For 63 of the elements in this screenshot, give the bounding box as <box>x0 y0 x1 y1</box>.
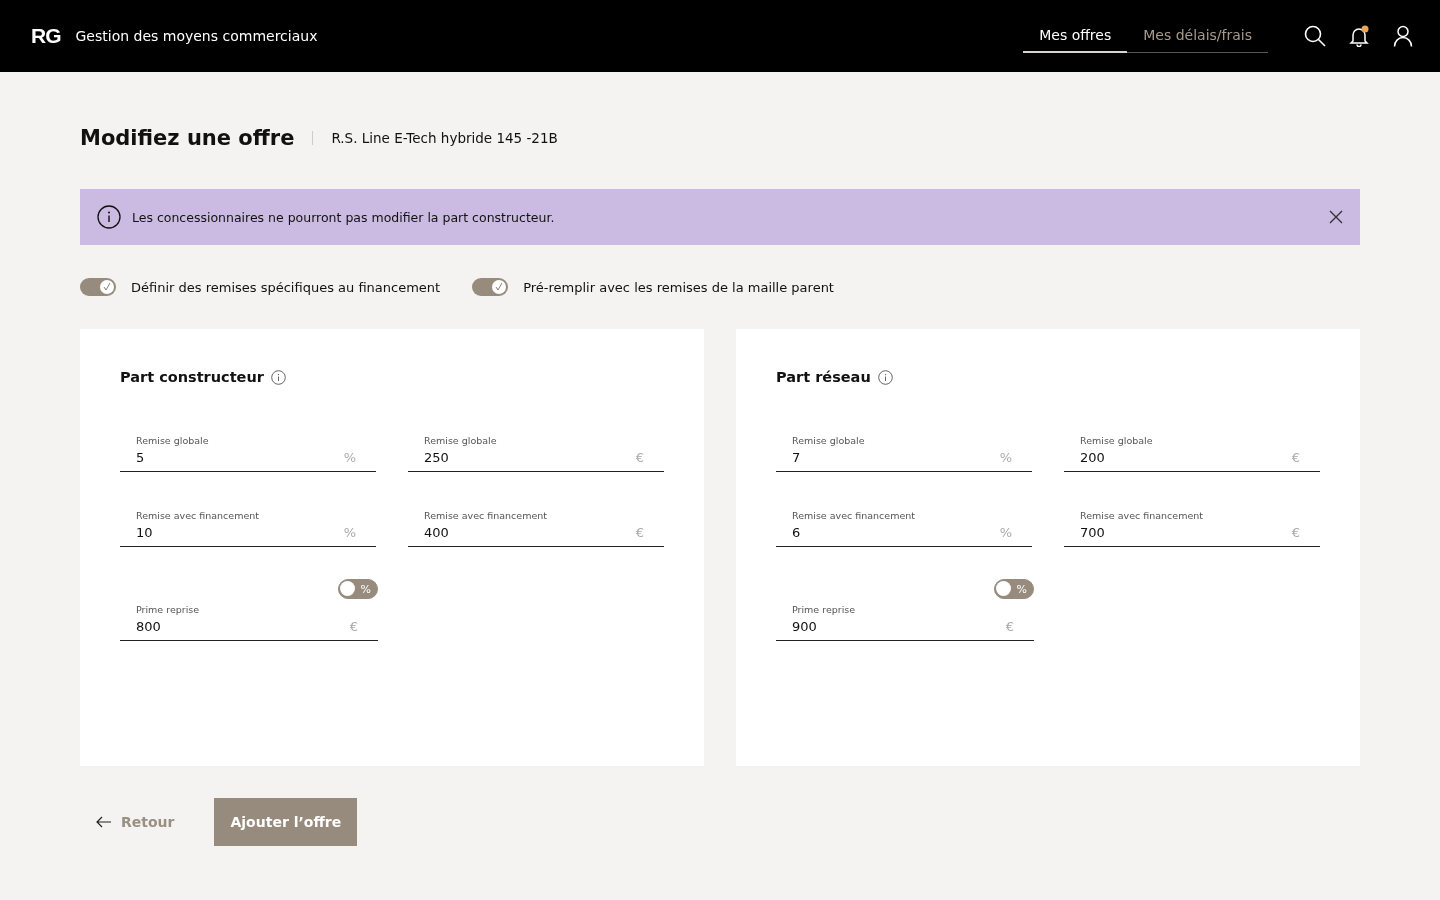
panel-title: Part réseau <box>776 369 871 385</box>
field-label: Remise avec financement <box>136 510 261 521</box>
unit-label: € <box>635 525 645 540</box>
unit-label: % <box>999 450 1013 465</box>
arrow-left-icon <box>96 816 112 828</box>
input-field[interactable]: Remise avec financement 400 € <box>408 510 664 547</box>
info-icon[interactable] <box>877 369 893 385</box>
field-value: 5 <box>136 450 145 465</box>
app-title: Gestion des moyens commerciaux <box>75 28 318 44</box>
search-icon[interactable] <box>1304 25 1326 47</box>
field-label: Remise avec financement <box>424 510 549 521</box>
panel-title: Part constructeur <box>120 369 264 385</box>
field-value: 200 <box>1080 450 1105 465</box>
nav-tab[interactable]: Mes délais/frais <box>1127 21 1268 53</box>
field-label: Remise globale <box>136 435 210 446</box>
unit-label: % <box>343 525 357 540</box>
info-icon[interactable] <box>270 369 286 385</box>
logo: RG <box>31 24 61 48</box>
field-label: Remise avec financement <box>1080 510 1205 521</box>
input-field[interactable]: Remise globale 200 € <box>1064 435 1320 472</box>
unit-label: € <box>1291 525 1301 540</box>
toggle-switch[interactable] <box>80 278 116 296</box>
field-value: 7 <box>792 450 801 465</box>
input-field[interactable]: Prime reprise 800 € <box>120 604 378 641</box>
unit-label: % <box>343 450 357 465</box>
nav-tab[interactable]: Mes offres <box>1023 21 1128 53</box>
info-icon <box>97 205 121 229</box>
input-field[interactable]: Remise globale 5 % <box>120 435 376 472</box>
input-field[interactable]: Prime reprise 900 € <box>776 604 1034 641</box>
field-value: 400 <box>424 525 449 540</box>
check-icon <box>102 282 112 292</box>
field-value: 700 <box>1080 525 1105 540</box>
field-label: Remise globale <box>424 435 498 446</box>
unit-label: € <box>635 450 645 465</box>
page-title: Modifiez une offre <box>80 126 295 150</box>
field-value: 6 <box>792 525 801 540</box>
field-label: Remise avec financement <box>792 510 917 521</box>
unit-label: € <box>1005 619 1015 634</box>
info-message: Les concessionnaires ne pourront pas modifier la part constructeur. <box>132 209 555 225</box>
field-value: 10 <box>136 525 153 540</box>
unit-label: € <box>349 619 359 634</box>
input-field[interactable]: Remise avec financement 6 % <box>776 510 1032 547</box>
field-label: Remise globale <box>792 435 866 446</box>
field-label: Prime reprise <box>792 604 857 615</box>
field-value: 900 <box>792 619 817 634</box>
field-value: 250 <box>424 450 449 465</box>
unit-label: % <box>999 525 1013 540</box>
field-label: Prime reprise <box>136 604 201 615</box>
user-icon[interactable] <box>1392 25 1414 47</box>
toggle-label: Pré-remplir avec les remises de la maille parent <box>523 279 834 295</box>
close-icon[interactable] <box>1329 210 1343 224</box>
unit-label: € <box>1291 450 1301 465</box>
check-icon <box>494 282 505 292</box>
input-field[interactable]: Remise globale 7 % <box>776 435 1032 472</box>
input-field[interactable]: Remise avec financement 700 € <box>1064 510 1320 547</box>
field-value: 800 <box>136 619 161 634</box>
field-label: Remise globale <box>1080 435 1154 446</box>
toggle-label: Définir des remises spécifiques au financement <box>131 279 441 295</box>
input-field[interactable]: Remise avec financement 10 % <box>120 510 376 547</box>
toggle-switch[interactable] <box>472 278 509 296</box>
notification-bell-icon[interactable] <box>1348 25 1370 47</box>
input-field[interactable]: Remise globale 250 € <box>408 435 664 472</box>
vehicle-subtitle: R.S. Line E-Tech hybride 145 -21B <box>312 131 558 145</box>
